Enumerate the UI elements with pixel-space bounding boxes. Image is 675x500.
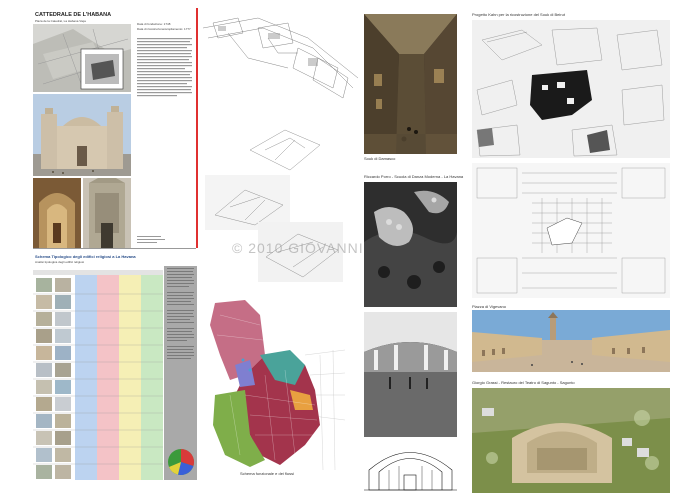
caption-schema: Schema funzionale e dei flussi [240, 471, 295, 476]
souk-photo [364, 14, 457, 154]
field-foundation: Data di fondazione: 1748 [137, 22, 171, 26]
typology-table [33, 266, 197, 480]
table-title: Schema Tipologico degli edifici religios… [35, 254, 136, 259]
cathedral-interior-photo [33, 178, 81, 248]
kahn-project-drawings [472, 20, 670, 158]
credits-text [137, 236, 165, 243]
panel-title: CATTEDRALE DE L'HABANA [35, 12, 112, 18]
caption-kahn: Progetto Kahn per la ricostruzione del S… [472, 12, 565, 17]
caption-souk: Souk di Damasco [364, 156, 396, 161]
panel-subtitle: Plaza de la Catedral, La Habana Vieja [35, 19, 86, 23]
panel-cathedral: CATTEDRALE DE L'HABANA Plaza de la Cated… [33, 8, 195, 248]
cathedral-facade-photo [33, 94, 131, 176]
body-text-block [137, 38, 192, 97]
functional-map [205, 295, 345, 470]
caption-vigevano: Piazza di Vigevano [472, 304, 506, 309]
aerial-map [33, 24, 131, 92]
porro-aerial-photo [364, 182, 457, 307]
vigevano-piazza-photo [472, 310, 670, 372]
sagunto-theater-photo [472, 388, 670, 493]
typology-table-panel: Schema Tipologico degli edifici religios… [33, 252, 197, 480]
sketch-top [249, 129, 321, 171]
red-divider-horizontal [33, 248, 196, 249]
caption-grassi: Giorgio Grassi - Restauro del Teatro di … [472, 380, 575, 385]
axonometric-drawing [202, 17, 359, 99]
field-reconstruction: Data di ricostruzione/ampliamento: 1777 [137, 27, 191, 31]
vigevano-plan-drawing [472, 163, 670, 298]
dance-school-interior-photo [364, 312, 457, 437]
cathedral-detail-photo [83, 178, 131, 248]
caption-porro: Riccardo Porro - Scuola di Danza Moderna… [364, 174, 464, 179]
theater-elevation-drawing [364, 452, 457, 491]
copyright-watermark: © 2010 GIOVANNI [232, 240, 364, 256]
table-subtitle: Analisi tipologica degli edifici religio… [35, 260, 85, 264]
